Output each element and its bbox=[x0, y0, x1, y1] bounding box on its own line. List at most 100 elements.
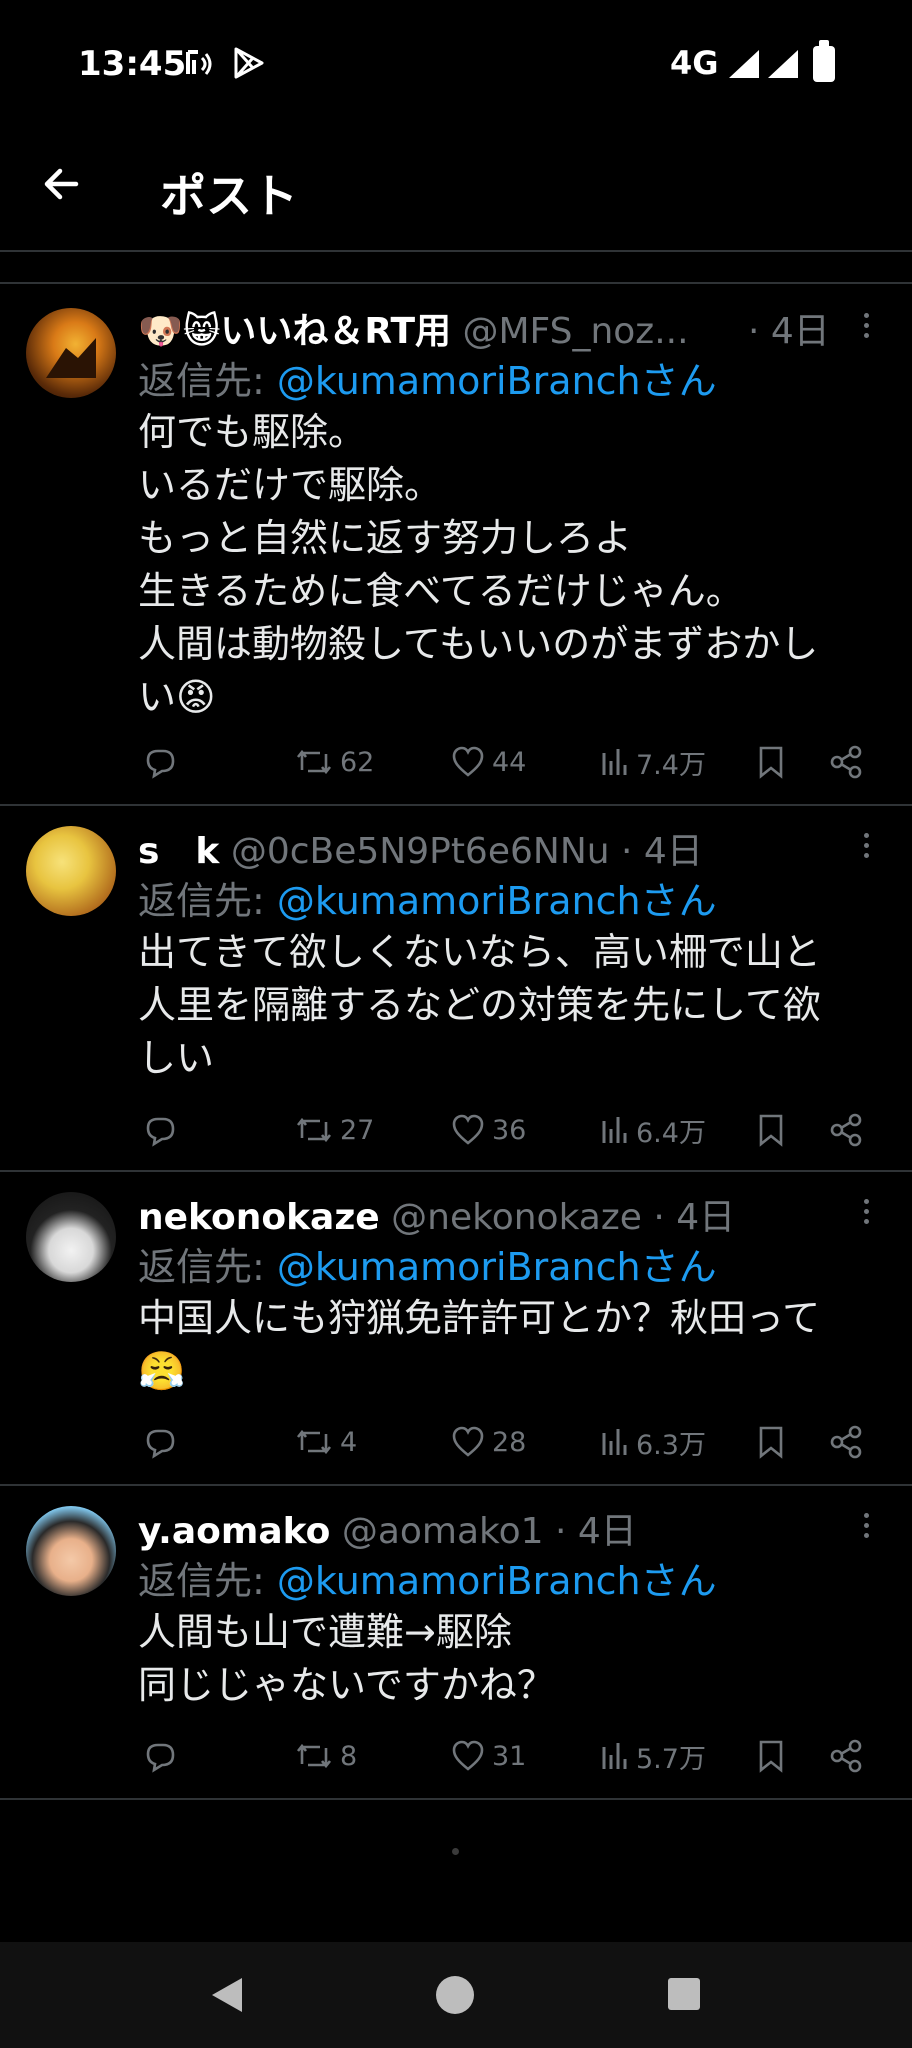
view-count: 6.3万 bbox=[636, 1429, 706, 1461]
reply-icon bbox=[146, 1429, 175, 1459]
bookmark-icon bbox=[759, 1114, 783, 1147]
nfc-icon bbox=[186, 50, 212, 75]
back-arrow-icon[interactable] bbox=[36, 156, 92, 212]
post-3[interactable]: nekonokaze @nekonokaze · 4日 返信先: @kumamo… bbox=[0, 1172, 912, 1486]
previous-post-edge bbox=[0, 252, 912, 284]
post-4[interactable]: y.aomako @aomako1 · 4日 返信先: @kumamoriBra… bbox=[0, 1486, 912, 1800]
user-handle[interactable]: @nekonokaze bbox=[391, 1197, 642, 1238]
like-button[interactable]: 31 bbox=[450, 1734, 526, 1778]
reply-label: 返信先: bbox=[138, 1245, 277, 1289]
reply-icon bbox=[146, 749, 175, 779]
retweet-button[interactable]: 62 bbox=[294, 740, 374, 784]
post-line: 中国人にも狩猟免許許可とか？秋田って bbox=[138, 1296, 821, 1340]
retweet-icon bbox=[296, 1117, 332, 1143]
more-icon[interactable] bbox=[860, 1194, 872, 1234]
views-icon bbox=[602, 1743, 627, 1769]
bookmark-button[interactable] bbox=[756, 1420, 786, 1464]
more-icon[interactable] bbox=[860, 1508, 872, 1548]
views-icon bbox=[602, 1429, 627, 1455]
share-button[interactable] bbox=[828, 1108, 864, 1152]
post-text: 出てきて欲しくないなら、高い柵で山と 人里を隔離するなどの対策を先にして欲 しい bbox=[138, 926, 858, 1085]
post-2[interactable]: s k @0cBe5N9Pt6e6NNu · 4日 返信先: @kumamori… bbox=[0, 806, 912, 1172]
reply-button[interactable] bbox=[142, 740, 178, 784]
like-count: 31 bbox=[492, 1740, 527, 1772]
view-count: 7.4万 bbox=[636, 749, 706, 781]
reply-mention[interactable]: @kumamoriBranchさん bbox=[277, 879, 717, 923]
post-line: 人里を隔離するなどの対策を先にして欲 bbox=[138, 983, 821, 1027]
user-handle[interactable]: @0cBe5N9Pt6e6NNu bbox=[231, 831, 610, 872]
nav-recents-icon[interactable] bbox=[666, 1976, 702, 2012]
avatar[interactable] bbox=[26, 1192, 116, 1282]
app-header: ポスト bbox=[0, 130, 912, 252]
retweet-icon bbox=[296, 749, 332, 775]
reply-label: 返信先: bbox=[138, 879, 277, 923]
reply-button[interactable] bbox=[142, 1420, 178, 1464]
nav-back-icon[interactable] bbox=[206, 1974, 246, 2016]
bookmark-button[interactable] bbox=[756, 1108, 786, 1152]
display-name[interactable]: s k bbox=[138, 831, 219, 872]
play-store-icon bbox=[234, 47, 264, 79]
display-name[interactable]: y.aomako bbox=[138, 1511, 330, 1552]
views-icon bbox=[602, 1117, 627, 1143]
views-button[interactable]: 6.4万 bbox=[600, 1108, 706, 1152]
bookmark-button[interactable] bbox=[756, 1734, 786, 1778]
reply-mention[interactable]: @kumamoriBranchさん bbox=[277, 1245, 717, 1289]
like-count: 36 bbox=[492, 1114, 527, 1146]
retweet-button[interactable]: 8 bbox=[294, 1734, 357, 1778]
display-name[interactable]: nekonokaze bbox=[138, 1197, 380, 1238]
reply-mention[interactable]: @kumamoriBranchさん bbox=[277, 1559, 717, 1603]
reply-label: 返信先: bbox=[138, 1559, 277, 1603]
like-button[interactable]: 44 bbox=[450, 740, 526, 784]
action-bar: 4 28 6.3万 bbox=[0, 1420, 912, 1464]
views-button[interactable]: 5.7万 bbox=[600, 1734, 706, 1778]
post-line: 何でも駆除。 bbox=[138, 410, 367, 454]
user-handle[interactable]: @aomako1 bbox=[342, 1511, 544, 1552]
share-button[interactable] bbox=[828, 1420, 864, 1464]
more-icon[interactable] bbox=[860, 828, 872, 868]
retweet-icon bbox=[296, 1429, 332, 1455]
reply-to-line: 返信先: @kumamoriBranchさん bbox=[138, 870, 717, 925]
status-time: 13:45 bbox=[78, 44, 187, 84]
post-line: しい bbox=[138, 1036, 215, 1080]
view-count: 5.7万 bbox=[636, 1743, 706, 1775]
signal-icon bbox=[729, 50, 759, 78]
view-count: 6.4万 bbox=[636, 1117, 706, 1149]
more-icon[interactable] bbox=[860, 308, 872, 348]
reply-button[interactable] bbox=[142, 1108, 178, 1152]
reply-to-line: 返信先: @kumamoriBranchさん bbox=[138, 350, 717, 405]
post-text: 中国人にも狩猟免許許可とか？秋田って 😤 bbox=[138, 1292, 858, 1398]
post-date: · 4日 bbox=[555, 1511, 637, 1552]
post-header: 🐶😸いいね＆RT用 @MFS_noz... bbox=[138, 302, 828, 354]
retweet-count: 4 bbox=[340, 1426, 358, 1458]
retweet-button[interactable]: 27 bbox=[294, 1108, 374, 1152]
share-icon bbox=[830, 1739, 862, 1773]
like-button[interactable]: 28 bbox=[450, 1420, 526, 1464]
avatar[interactable] bbox=[26, 826, 116, 916]
reply-mention[interactable]: @kumamoriBranchさん bbox=[277, 359, 717, 403]
post-text: 人間も山で遭難→駆除 同じじゃないですかね？ bbox=[138, 1606, 858, 1712]
reply-button[interactable] bbox=[142, 1734, 178, 1778]
reply-icon bbox=[146, 1117, 175, 1147]
like-button[interactable]: 36 bbox=[450, 1108, 526, 1152]
display-name[interactable]: 🐶😸いいね＆RT用 bbox=[138, 311, 451, 352]
like-icon bbox=[452, 1114, 484, 1145]
share-icon bbox=[830, 1113, 862, 1147]
avatar[interactable] bbox=[26, 308, 116, 398]
views-button[interactable]: 6.3万 bbox=[600, 1420, 706, 1464]
retweet-button[interactable]: 4 bbox=[294, 1420, 357, 1464]
like-icon bbox=[452, 746, 484, 777]
user-handle[interactable]: @MFS_noz... bbox=[462, 311, 688, 352]
bookmark-icon bbox=[759, 746, 783, 779]
share-button[interactable] bbox=[828, 1734, 864, 1778]
share-button[interactable] bbox=[828, 740, 864, 784]
bookmark-icon bbox=[759, 1426, 783, 1459]
avatar[interactable] bbox=[26, 1506, 116, 1596]
network-type: 4G bbox=[670, 44, 719, 82]
nav-home-icon[interactable] bbox=[434, 1974, 476, 2016]
post-header: nekonokaze @nekonokaze · 4日 bbox=[138, 1188, 828, 1240]
bookmark-button[interactable] bbox=[756, 740, 786, 784]
retweet-count: 27 bbox=[340, 1114, 375, 1146]
post-header: y.aomako @aomako1 · 4日 bbox=[138, 1502, 828, 1554]
views-button[interactable]: 7.4万 bbox=[600, 740, 706, 784]
post-1[interactable]: 🐶😸いいね＆RT用 @MFS_noz... · 4日 返信先: @kumamor… bbox=[0, 284, 912, 806]
